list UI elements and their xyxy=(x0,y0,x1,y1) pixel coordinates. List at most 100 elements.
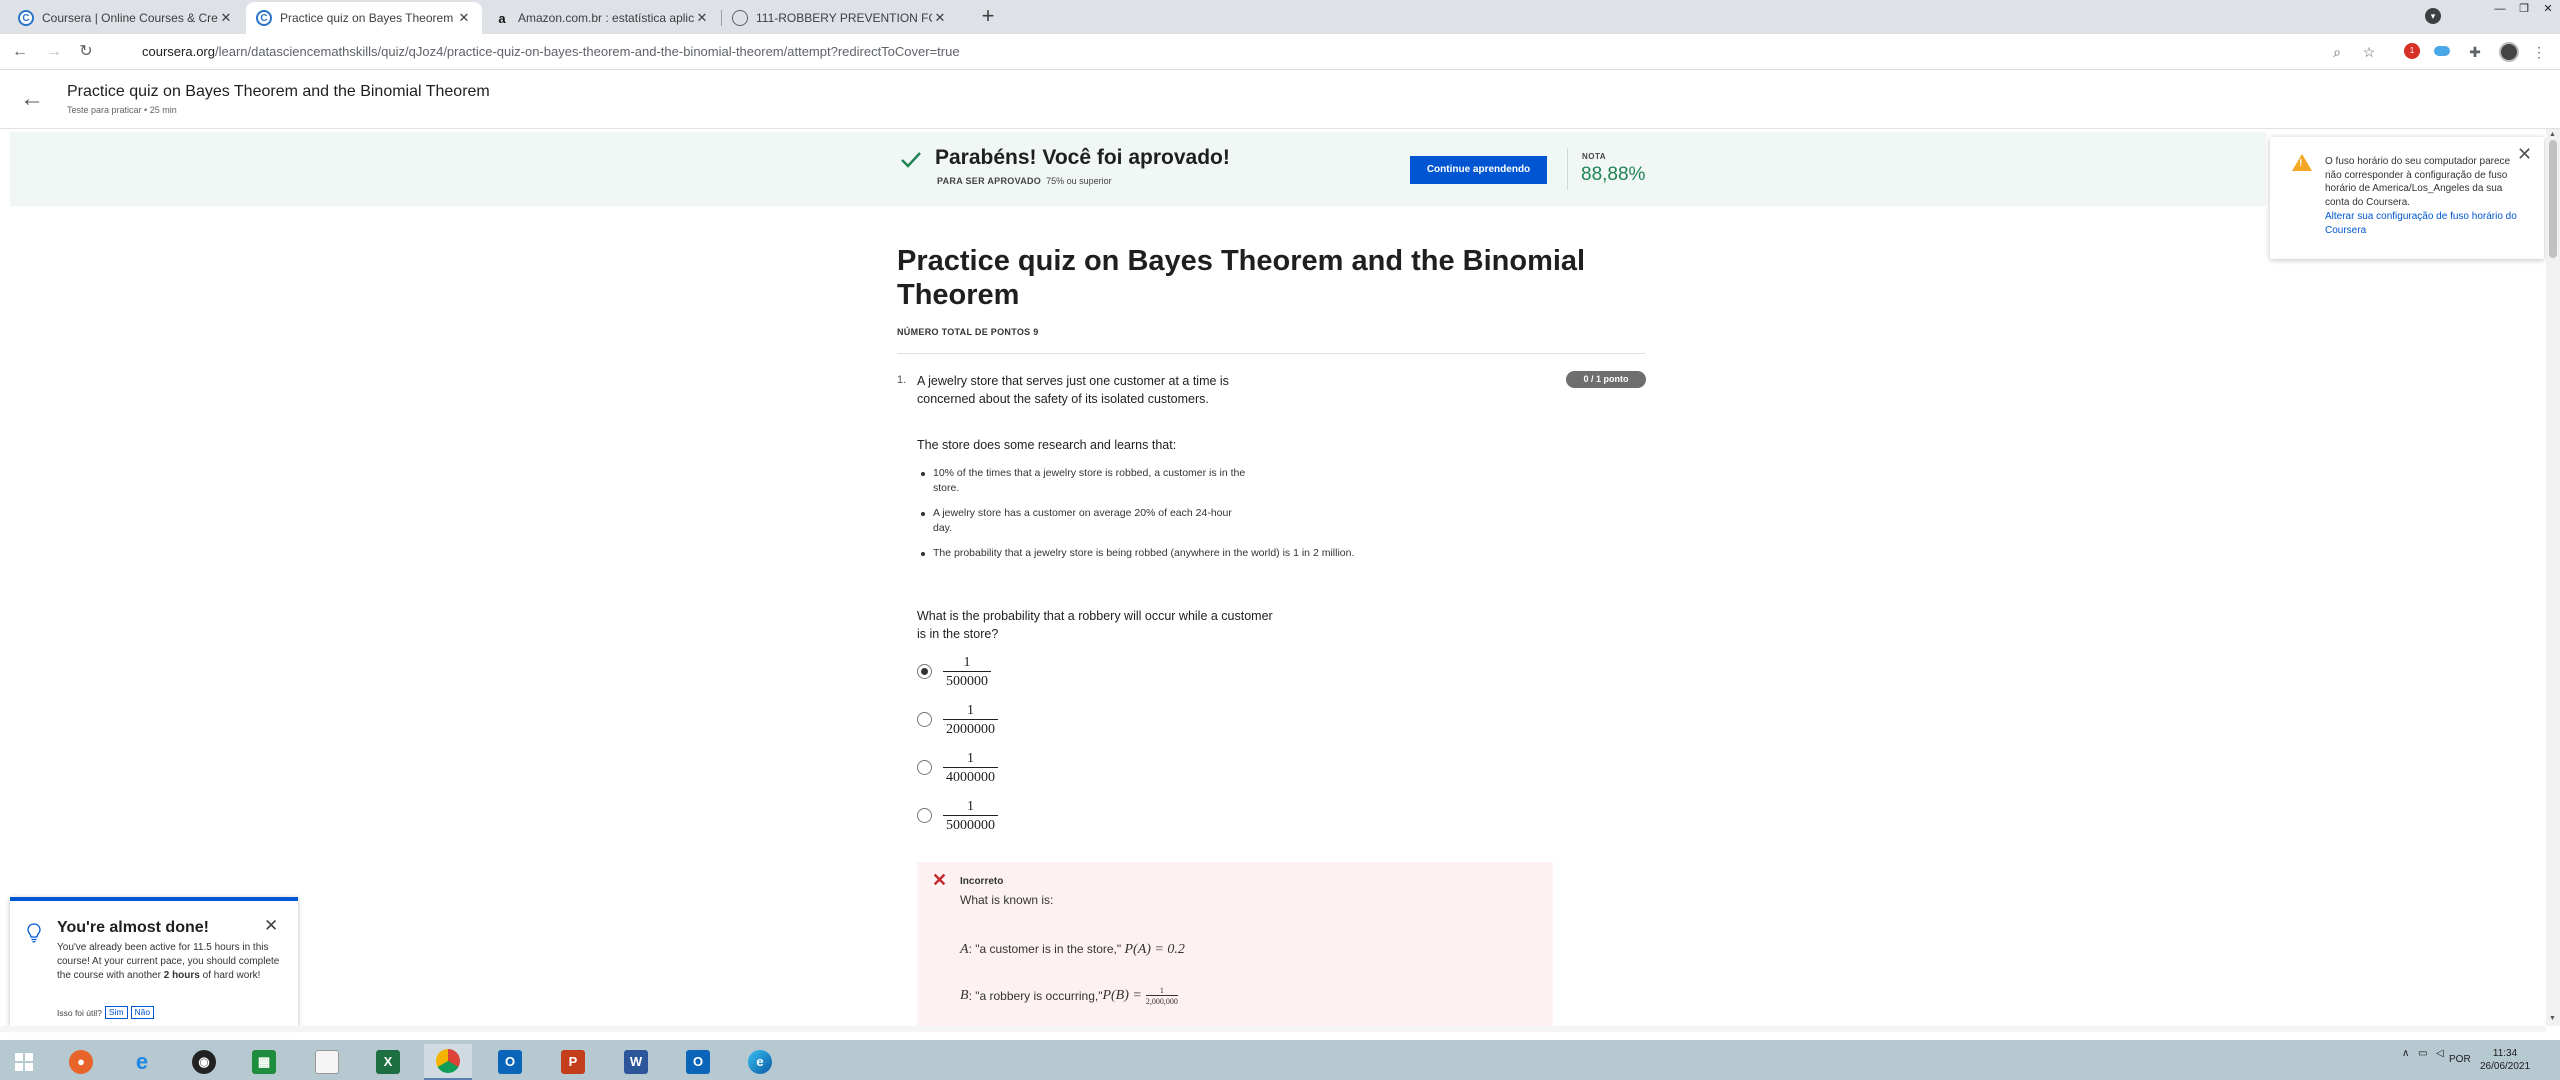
word-icon[interactable]: W xyxy=(612,1044,660,1080)
close-icon[interactable]: ✕ xyxy=(264,916,278,936)
incorrect-x-icon: ✕ xyxy=(932,870,948,890)
quiz-title: Practice quiz on Bayes Theorem and the B… xyxy=(897,245,1586,311)
radio-button[interactable] xyxy=(917,760,932,775)
browser-tab-robbery-prevention[interactable]: 111-ROBBERY PREVENTION FOR JEWELERS ✕ xyxy=(722,2,958,34)
math-var: B xyxy=(960,988,969,1003)
profile-avatar[interactable] xyxy=(2499,42,2519,62)
radio-button[interactable] xyxy=(917,808,932,823)
list-item: The probability that a jewelry store is … xyxy=(917,546,1387,561)
close-icon[interactable]: ✕ xyxy=(2517,145,2532,163)
file-icon[interactable] xyxy=(303,1044,351,1080)
restore-icon[interactable]: ❐ xyxy=(2512,0,2536,20)
answer-option-4[interactable]: 1 5000000 xyxy=(917,799,1117,839)
browser-tab-quiz[interactable]: C Practice quiz on Bayes Theorem and the… xyxy=(246,2,482,34)
minimize-icon[interactable]: — xyxy=(2488,0,2512,20)
outlook-icon[interactable]: O xyxy=(486,1044,534,1080)
question-prompt: What is the probability that a robbery w… xyxy=(917,609,1273,641)
question-score-badge: 0 / 1 ponto xyxy=(1566,371,1646,388)
question-text: A jewelry store that serves just one cus… xyxy=(917,374,1229,406)
language-indicator[interactable]: POR xyxy=(2449,1054,2471,1065)
warning-icon xyxy=(2292,154,2312,171)
clock-date: 26/06/2021 xyxy=(2480,1061,2531,1072)
bookmark-star-icon[interactable]: ☆ xyxy=(2360,43,2378,61)
close-icon[interactable]: ✕ xyxy=(218,10,234,26)
horizontal-scrollbar[interactable] xyxy=(0,1026,2546,1032)
zoom-icon[interactable]: ⌕ xyxy=(2328,43,2346,61)
extensions-puzzle-icon[interactable]: ✚ xyxy=(2466,43,2484,61)
fraction-numerator: 1 xyxy=(963,655,971,670)
browser-tab-strip: C Coursera | Online Courses & Credential… xyxy=(0,0,2560,34)
browser-tab-coursera-home[interactable]: C Coursera | Online Courses & Credential… xyxy=(8,2,244,34)
total-points: NÚMERO TOTAL DE PONTOS 9 xyxy=(897,327,1039,337)
close-icon[interactable]: ✕ xyxy=(694,10,710,26)
network-icon[interactable]: ▭ xyxy=(2418,1048,2427,1059)
powerpoint-icon[interactable]: P xyxy=(549,1044,597,1080)
scroll-up-arrow-icon[interactable]: ▲ xyxy=(2549,131,2556,138)
helpful-no-button[interactable]: Não xyxy=(130,1006,155,1019)
congrats-heading: Parabéns! Você foi aprovado! xyxy=(935,146,1230,169)
math-expr: P(B) = xyxy=(1102,988,1142,1003)
browser-tab-amazon[interactable]: a Amazon.com.br : estatística aplicada ✕ xyxy=(484,2,720,34)
forward-icon[interactable]: → xyxy=(44,42,64,62)
tab-search-icon[interactable]: ▾ xyxy=(2425,8,2441,24)
feedback-line-b: B: "a robbery is occurring," P(B) = 1 2,… xyxy=(960,986,1178,1006)
radio-button[interactable] xyxy=(917,664,932,679)
answer-option-1[interactable]: 1 500000 xyxy=(917,655,1117,695)
globe-icon xyxy=(732,10,748,26)
option-fraction: 1 5000000 xyxy=(943,799,998,834)
windows-start-button[interactable] xyxy=(0,1044,48,1080)
helpful-label: Isso foi útil? xyxy=(57,1007,102,1018)
grade-value: 88,88% xyxy=(1581,164,1646,185)
fraction-numerator: 1 xyxy=(967,703,974,718)
fact-text: A jewelry store has a customer on averag… xyxy=(933,507,1232,534)
tab-title: Practice quiz on Bayes Theorem and the B… xyxy=(280,11,456,25)
question-research-text: The store does some research and learns … xyxy=(917,438,1177,452)
continue-learning-button[interactable]: Continue aprendendo xyxy=(1410,156,1547,184)
outlook-2-icon[interactable]: O xyxy=(674,1044,722,1080)
close-icon[interactable]: ✕ xyxy=(932,10,948,26)
menu-kebab-icon[interactable]: ⋮ xyxy=(2530,43,2548,61)
grade-divider xyxy=(1567,148,1568,190)
back-icon[interactable]: ← xyxy=(10,42,30,62)
extension-badge-icon[interactable]: 1 xyxy=(2404,43,2420,59)
math-fraction: 1 2,000,000 xyxy=(1145,986,1178,1006)
cloud-extension-icon[interactable] xyxy=(2434,46,2450,56)
fraction-denominator: 2,000,000 xyxy=(1145,995,1178,1006)
firefox-icon[interactable]: ● xyxy=(57,1044,105,1080)
reload-icon[interactable]: ↻ xyxy=(76,42,96,62)
internet-explorer-icon[interactable]: e xyxy=(118,1044,166,1080)
scrollbar-thumb[interactable] xyxy=(2549,140,2557,258)
volume-icon[interactable]: ◁ xyxy=(2436,1048,2444,1059)
answer-option-3[interactable]: 1 4000000 xyxy=(917,751,1117,791)
excel-icon[interactable]: X xyxy=(364,1044,412,1080)
math-text: : "a customer is in the store," xyxy=(968,942,1125,956)
page-scrollbar[interactable] xyxy=(2546,129,2560,1026)
math-expr: P(A) = 0.2 xyxy=(1124,942,1185,957)
window-controls: — ❐ ✕ xyxy=(2488,0,2560,20)
answer-option-2[interactable]: 1 2000000 xyxy=(917,703,1117,743)
sheets-icon[interactable]: ▦ xyxy=(240,1044,288,1080)
chrome-icon[interactable] xyxy=(424,1044,472,1080)
fraction-numerator: 1 xyxy=(1159,986,1164,995)
new-tab-button[interactable]: + xyxy=(976,5,1000,29)
windows-logo-icon xyxy=(15,1053,33,1071)
edge-icon[interactable]: e xyxy=(736,1044,784,1080)
system-clock[interactable]: 11:34 26/06/2021 xyxy=(2480,1047,2530,1073)
timezone-settings-link[interactable]: Alterar sua configuração de fuso horário… xyxy=(2325,210,2525,237)
helpful-yes-button[interactable]: Sim xyxy=(104,1006,128,1019)
radio-button[interactable] xyxy=(917,712,932,727)
tab-title: 111-ROBBERY PREVENTION FOR JEWELERS xyxy=(756,11,932,25)
fraction-numerator: 1 xyxy=(967,799,974,814)
close-icon[interactable]: ✕ xyxy=(456,10,472,26)
fraction-denominator: 5000000 xyxy=(943,815,998,834)
tray-up-arrow-icon[interactable]: ∧ xyxy=(2402,1048,2409,1059)
timezone-warning-popup: O fuso horário do seu computador parece … xyxy=(2270,137,2544,259)
back-arrow-icon[interactable]: ← xyxy=(20,87,44,111)
scroll-down-arrow-icon[interactable]: ▼ xyxy=(2549,1015,2556,1022)
url-path: /learn/datasciencemathskills/quiz/qJoz4/… xyxy=(214,44,960,59)
url-text[interactable]: coursera.org/learn/datasciencemathskills… xyxy=(142,44,960,59)
nudge-body-bold: 2 hours xyxy=(163,970,200,981)
close-window-icon[interactable]: ✕ xyxy=(2536,0,2560,20)
obs-icon[interactable]: ◉ xyxy=(180,1044,228,1080)
header-subtitle: Teste para praticar • 25 min xyxy=(67,105,177,115)
